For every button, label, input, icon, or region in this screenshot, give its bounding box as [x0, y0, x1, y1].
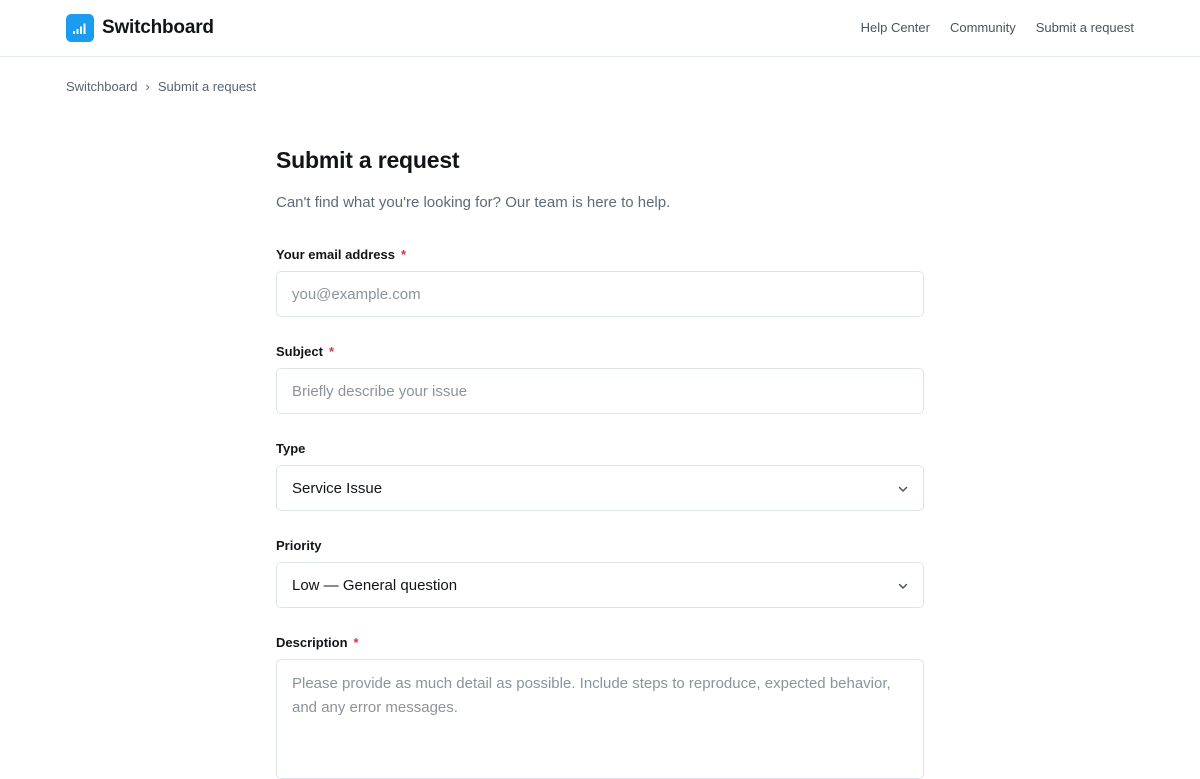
site-header: Switchboard Help Center Community Submit… [0, 0, 1200, 57]
breadcrumb-item-switchboard[interactable]: Switchboard [66, 79, 138, 94]
brand-name: Switchboard [102, 17, 214, 38]
email-field-group: Your email address * [276, 246, 924, 317]
page-title: Submit a request [276, 147, 460, 173]
required-marker: * [400, 246, 407, 262]
nav-help-center[interactable]: Help Center [861, 20, 930, 35]
type-selected-value: Service Issue [292, 479, 383, 497]
type-select[interactable]: Service Issue [276, 465, 924, 511]
priority-label: Priority [276, 537, 924, 553]
request-form: Submit a request Can't find what you're … [276, 143, 924, 779]
type-field-group: Type Service Issue [276, 440, 924, 511]
chevron-down-icon [898, 486, 908, 492]
email-field-box [276, 271, 924, 317]
type-label-text: Type [276, 440, 306, 456]
description-field-box [276, 659, 924, 779]
description-label-text: Description [276, 634, 348, 650]
subject-label-text: Subject [276, 343, 323, 359]
page-subtitle: Can't find what you're looking for? Our … [276, 194, 671, 211]
subject-field-group: Subject * [276, 343, 924, 414]
nav-submit-request[interactable]: Submit a request [1036, 20, 1134, 35]
subject-label: Subject * [276, 343, 924, 359]
signal-bars-icon [66, 14, 94, 42]
breadcrumb-item-submit-request[interactable]: Submit a request [158, 79, 256, 94]
email-label-text: Your email address [276, 246, 395, 262]
brand-home-link[interactable]: Switchboard [66, 14, 214, 42]
breadcrumb: Switchboard › Submit a request [66, 79, 256, 94]
top-nav: Help Center Community Submit a request [861, 20, 1134, 35]
description-textarea[interactable] [292, 672, 908, 766]
email-input[interactable] [292, 285, 908, 303]
email-label: Your email address * [276, 246, 924, 262]
priority-label-text: Priority [276, 537, 322, 553]
nav-community[interactable]: Community [950, 20, 1016, 35]
subject-input[interactable] [292, 382, 908, 400]
chevron-down-icon [898, 583, 908, 589]
subject-field-box [276, 368, 924, 414]
required-marker: * [353, 634, 359, 650]
description-field-group: Description * [276, 634, 924, 779]
priority-select[interactable]: Low — General question [276, 562, 924, 608]
priority-field-group: Priority Low — General question [276, 537, 924, 608]
type-label: Type [276, 440, 924, 456]
description-label: Description * [276, 634, 924, 650]
required-marker: * [328, 343, 335, 359]
breadcrumb-separator: › [145, 79, 150, 94]
priority-selected-value: Low — General question [292, 576, 458, 594]
